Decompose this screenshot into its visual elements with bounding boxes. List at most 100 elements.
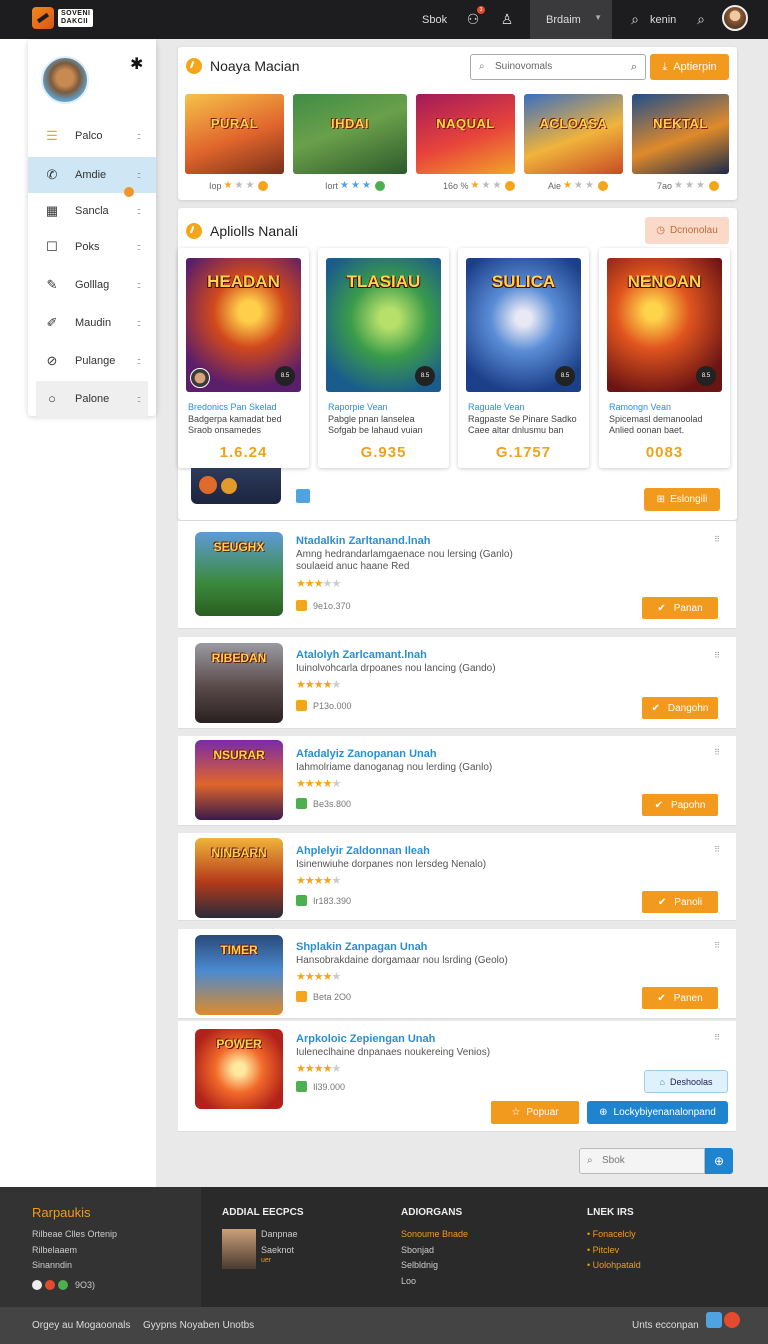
search-submit-button[interactable]: ⊕: [705, 1148, 733, 1174]
nav-kenin[interactable]: kenin: [650, 0, 676, 39]
explore-button[interactable]: ⊞ Eslongili: [644, 488, 720, 511]
nav-sbok[interactable]: Sbok: [422, 0, 447, 39]
drag-handle-icon[interactable]: ::: [137, 394, 141, 404]
sidebar-item-pulange[interactable]: ⊘ Pulange ::: [28, 343, 156, 379]
drag-handle-icon[interactable]: ::: [137, 131, 141, 141]
apps-header-button[interactable]: ◷ Dcnonolau: [645, 217, 729, 244]
target-icon: ⊘: [46, 353, 58, 368]
details-button[interactable]: ⌂ Deshoolas: [644, 1070, 728, 1093]
list-action-button[interactable]: Panan: [642, 597, 718, 619]
list-item-image: NINBARN: [195, 838, 283, 918]
search-icon[interactable]: ⌕: [626, 10, 644, 28]
star-icon[interactable]: ✱: [130, 54, 143, 74]
list-action-button[interactable]: Dangohn: [642, 697, 718, 719]
sidebar-item-palone[interactable]: ○ Palone ::: [36, 381, 148, 417]
grip-icon[interactable]: ⠿: [714, 941, 720, 950]
list-item-image: SEUGHX: [195, 532, 283, 616]
rating-stars: ★★★★★: [296, 1063, 341, 1075]
search-icon-2[interactable]: ⌕: [692, 10, 710, 28]
social-icons: 9O3): [32, 1280, 95, 1290]
app-card[interactable]: SULICA 8.5 Raguale Vean Ragpaste Se Pinar…: [458, 248, 589, 468]
list-item[interactable]: NSURAR Afadalyiz Zanopanan Unah Iahmolri…: [178, 736, 736, 826]
grip-icon[interactable]: ⠿: [714, 535, 720, 544]
sidebar-item-maudin[interactable]: ✐ Maudin ::: [28, 305, 156, 341]
social-icon[interactable]: [58, 1280, 68, 1290]
list-action-button[interactable]: Panen: [642, 987, 718, 1009]
price-line: Il39.000: [296, 1081, 345, 1092]
game-thumb[interactable]: PURAL: [185, 94, 284, 174]
grip-icon[interactable]: ⠿: [714, 748, 720, 757]
app-image: NENOAN 8.5: [607, 258, 722, 392]
locky-button[interactable]: ⊕ Lockybiyenanalonpand: [587, 1101, 728, 1124]
sidebar-item-amdie[interactable]: ✆ Amdie ::: [28, 157, 156, 193]
social-icon[interactable]: [32, 1280, 42, 1290]
grip-icon[interactable]: ⠿: [714, 651, 720, 660]
price-line: Beta 2O0: [296, 991, 351, 1002]
language-select[interactable]: Brdaim ▼: [530, 0, 612, 39]
drag-handle-icon[interactable]: ::: [137, 170, 141, 180]
tag-icon: [296, 700, 307, 711]
list-item-image: POWER: [195, 1029, 283, 1109]
bolt-icon: [186, 58, 202, 74]
list-action-button[interactable]: Panoli: [642, 891, 718, 913]
sidebar-item-palco[interactable]: ☰ Palco ::: [28, 118, 156, 154]
sidebar-item-golllag[interactable]: ✎ Golllag ::: [28, 267, 156, 303]
grip-icon[interactable]: ⠿: [714, 845, 720, 854]
list-item[interactable]: RIBEDAN Atalolyh Zarlcamant.lnah Iuinolv…: [178, 637, 736, 729]
game-strip-image: [191, 468, 281, 504]
notification-icon[interactable]: [724, 1312, 740, 1328]
share-icon[interactable]: [296, 489, 310, 503]
tag-icon: [296, 895, 307, 906]
drag-handle-icon[interactable]: ::: [137, 318, 141, 328]
social-icon[interactable]: [45, 1280, 55, 1290]
game-meta: 7ao ★ ★ ★: [657, 180, 719, 191]
game-thumb[interactable]: ACLOASA: [524, 94, 623, 174]
list-action-button[interactable]: Papohn: [642, 794, 718, 816]
popular-button[interactable]: ☆ Popuar: [491, 1101, 579, 1124]
app-image: HEADAN 8.5: [186, 258, 301, 392]
footer: Rarpaukis Rilbeae Clles Ortenip Rilbelaa…: [0, 1187, 768, 1344]
featured-title: Noaya Macian: [186, 58, 300, 74]
footer-thumbnail[interactable]: [222, 1229, 256, 1269]
grid-icon: ⊞: [656, 494, 666, 505]
list-item-image: TIMER: [195, 935, 283, 1015]
magnifier-icon[interactable]: ⌕: [631, 55, 637, 79]
chevron-down-icon: ▼: [594, 13, 602, 22]
search-input[interactable]: ⌕ Suinovomals ⌕: [470, 54, 646, 80]
game-meta: Aie ★ ★ ★: [548, 180, 608, 191]
footer-link[interactable]: • Pitclev: [587, 1242, 619, 1258]
bottom-search-input[interactable]: ⌕ Sbok: [579, 1148, 705, 1174]
list-item[interactable]: NINBARN Ahplelyir Zaldonnan Ileah Isinen…: [178, 833, 736, 921]
avatar[interactable]: [722, 5, 748, 31]
sidebar-item-sancla[interactable]: ▦ Sancla ::: [28, 193, 156, 229]
score-badge: 8.5: [275, 366, 295, 386]
featured-action-button[interactable]: ⤓ Aptierpin: [650, 54, 729, 80]
footer-link[interactable]: • Uolohpatald: [587, 1257, 641, 1273]
logo[interactable]: SOVENI DAKCII: [32, 5, 112, 31]
user-icon[interactable]: ♙: [498, 10, 516, 28]
list-item[interactable]: TIMER Shplakin Zanpagan Unah Hansobrakda…: [178, 929, 736, 1019]
app-card[interactable]: NENOAN 8.5 Ramongn Vean Spicemasl demanoo…: [599, 248, 730, 468]
game-thumb[interactable]: NEKTAL: [632, 94, 729, 174]
list-item[interactable]: SEUGHX Ntadalkin Zarltanand.lnah Amng he…: [178, 521, 736, 629]
sidebar: ✱ ☰ Palco :: ✆ Amdie :: ▦ Sancla :: ☐ Po…: [28, 40, 156, 417]
pencil-icon: ✎: [46, 277, 58, 292]
score-badge: 8.5: [696, 366, 716, 386]
list-item-image: RIBEDAN: [195, 643, 283, 723]
game-thumb[interactable]: NAQUAL: [416, 94, 515, 174]
globe-icon: ⊕: [599, 1107, 608, 1118]
check-icon: [708, 180, 719, 191]
drag-handle-icon[interactable]: ::: [137, 280, 141, 290]
grip-icon[interactable]: ⠿: [714, 1033, 720, 1042]
app-card[interactable]: HEADAN 8.5 Bredonics Pan Skelad Badgerpa …: [178, 248, 309, 468]
app-card[interactable]: TLASIAU 8.5 Raporpie Vean Pabgle pnan lan…: [318, 248, 449, 468]
twitter-icon[interactable]: [706, 1312, 722, 1328]
game-thumb[interactable]: IHDAI: [293, 94, 407, 174]
sidebar-item-poks[interactable]: ☐ Poks ::: [28, 229, 156, 265]
drag-handle-icon[interactable]: ::: [137, 242, 141, 252]
profile-avatar[interactable]: [41, 56, 89, 104]
drag-handle-icon[interactable]: ::: [137, 356, 141, 366]
table-icon: ▦: [45, 203, 59, 218]
footer-link[interactable]: • Fonacelcly: [587, 1226, 636, 1242]
drag-handle-icon[interactable]: ::: [137, 206, 141, 216]
